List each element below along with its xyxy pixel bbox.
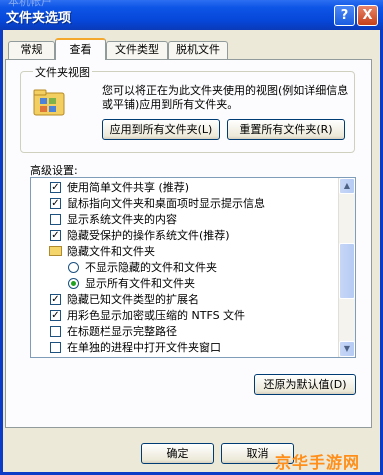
- folder-views-description: 您可以将正在为此文件夹使用的视图(例如详细信息或平铺)应用到所有文件夹。: [102, 84, 349, 111]
- folder-view-icon: [33, 89, 65, 116]
- tab-general[interactable]: 常规: [8, 41, 55, 59]
- checkbox[interactable]: [50, 342, 61, 353]
- tab-offline-files[interactable]: 脱机文件: [168, 41, 228, 59]
- radio-button[interactable]: [68, 262, 79, 273]
- title-bar[interactable]: 本机帐户 文件夹选项 ? X: [0, 0, 383, 30]
- checkbox[interactable]: [50, 326, 61, 337]
- ok-button[interactable]: 确定: [141, 443, 214, 464]
- checkbox[interactable]: [50, 214, 61, 225]
- reset-all-folders-button[interactable]: 重置所有文件夹(R): [227, 119, 345, 140]
- list-item-label: 在标题栏显示完整路径: [67, 325, 177, 338]
- list-item-label: 显示系统文件夹的内容: [67, 213, 177, 226]
- restore-defaults-button[interactable]: 还原为默认值(D): [254, 374, 356, 395]
- list-item-label: 不显示隐藏的文件和文件夹: [85, 261, 217, 274]
- list-item-label: 在单独的进程中打开文件夹窗口: [67, 341, 221, 354]
- close-button[interactable]: X: [357, 5, 378, 26]
- tab-strip: 常规 查看 文件类型 脱机文件: [3, 38, 380, 60]
- checkbox[interactable]: ✓: [50, 182, 61, 193]
- checkbox[interactable]: ✓: [50, 310, 61, 321]
- scroll-down-icon[interactable]: ▼: [339, 341, 355, 357]
- dialog-title: 文件夹选项: [6, 11, 72, 26]
- apply-to-all-folders-button[interactable]: 应用到所有文件夹(L): [102, 119, 220, 140]
- vertical-scrollbar[interactable]: ▲ ▼: [338, 178, 355, 357]
- list-item-label: 使用简单文件共享 (推荐): [67, 181, 190, 194]
- list-item-label: 显示所有文件和文件夹: [85, 277, 195, 290]
- folder-icon: [49, 246, 62, 256]
- tab-file-types[interactable]: 文件类型: [106, 41, 168, 59]
- checkbox[interactable]: ✓: [50, 198, 61, 209]
- scroll-up-icon[interactable]: ▲: [339, 178, 355, 194]
- list-item-label: 隐藏受保护的操作系统文件(推荐): [67, 229, 230, 242]
- list-item-label: 用彩色显示加密或压缩的 NTFS 文件: [67, 309, 246, 322]
- advanced-settings-label: 高级设置:: [30, 164, 78, 177]
- list-item-label: 鼠标指向文件夹和桌面项时显示提示信息: [67, 197, 265, 210]
- radio-button[interactable]: [68, 278, 79, 289]
- checkbox[interactable]: ✓: [50, 230, 61, 241]
- folder-views-title: 文件夹视图: [33, 64, 92, 80]
- advanced-settings-list[interactable]: ✓ 使用简单文件共享 (推荐) ✓ 鼠标指向文件夹和桌面项时显示提示信息 显示系…: [30, 177, 356, 358]
- site-watermark: 京华手游网: [275, 453, 361, 472]
- list-item-label: 隐藏已知文件类型的扩展名: [67, 293, 199, 306]
- tab-view[interactable]: 查看: [55, 38, 106, 60]
- checkbox[interactable]: ✓: [50, 294, 61, 305]
- list-item-label: 隐藏文件和文件夹: [67, 245, 155, 258]
- help-button[interactable]: ?: [334, 5, 355, 26]
- scroll-thumb[interactable]: [339, 243, 355, 299]
